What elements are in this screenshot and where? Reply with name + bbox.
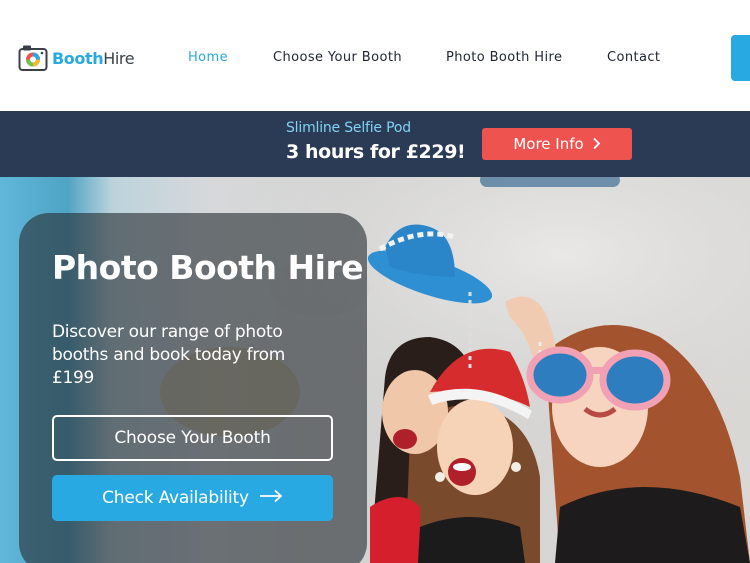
check-availability-label: Check Availability: [102, 488, 249, 508]
chevron-right-icon: [592, 135, 601, 154]
hero-card: Photo Booth Hire Discover our range of p…: [19, 213, 367, 563]
nav-item-choose-your-booth[interactable]: Choose Your Booth: [273, 50, 402, 65]
choose-your-booth-button[interactable]: Choose Your Booth: [52, 415, 333, 461]
arrow-right-icon: [259, 488, 283, 508]
nav-item-contact[interactable]: Contact: [607, 50, 660, 65]
more-info-button[interactable]: More Info: [482, 128, 632, 160]
hero-description: Discover our range of photo booths and b…: [52, 322, 286, 388]
main-nav: Home Choose Your Booth Photo Booth Hire …: [0, 50, 750, 68]
hero-section: Photo Booth Hire Discover our range of p…: [0, 177, 750, 563]
header-cta-button[interactable]: [731, 35, 750, 81]
check-availability-button[interactable]: Check Availability: [52, 475, 333, 521]
more-info-label: More Info: [513, 135, 584, 153]
promo-subtitle: Slimline Selfie Pod: [286, 120, 411, 136]
hero-title: Photo Booth Hire: [52, 248, 364, 287]
promo-headline: 3 hours for £229!: [286, 141, 466, 163]
choose-your-booth-label: Choose Your Booth: [114, 428, 271, 448]
promo-banner: Slimline Selfie Pod 3 hours for £229! Mo…: [0, 111, 750, 177]
nav-item-home[interactable]: Home: [188, 50, 228, 65]
site-header: BoothHire Home Choose Your Booth Photo B…: [0, 0, 750, 111]
nav-item-photo-booth-hire[interactable]: Photo Booth Hire: [446, 50, 562, 65]
